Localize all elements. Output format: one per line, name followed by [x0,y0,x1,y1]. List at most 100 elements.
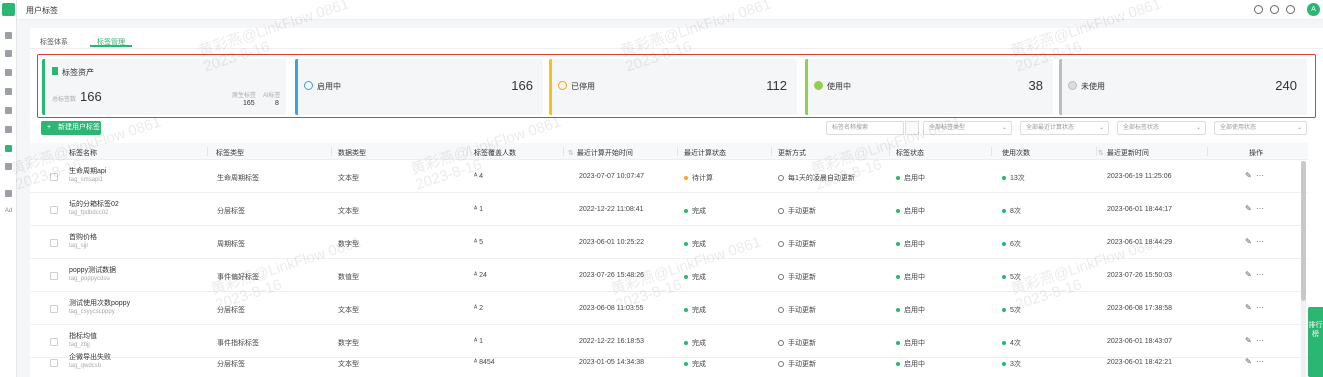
row-checkbox[interactable] [50,272,58,280]
table-row[interactable]: 生命周期api tag_smsapi1 生命周期标签 文本型 ᴬ 4 2023-… [30,161,1308,193]
col-update-mode[interactable]: 更新方式 [778,148,806,158]
filter-tag-type[interactable]: 全部标签类型 ⌄ [923,121,1012,135]
col-updated[interactable]: ⇅ 最近更新时间 [1098,148,1149,158]
row-checkbox[interactable] [50,305,58,313]
stat-label: 未使用 [1081,82,1105,91]
stat-card-disabled[interactable]: 已停用 112 [549,59,797,115]
row-checkbox[interactable] [50,239,58,247]
tag-status-value: 启用中 [904,175,925,182]
tab-tag-system[interactable]: 标签体系 [40,37,68,47]
col-type[interactable]: 标签类型 [216,148,244,158]
filter-usage-status[interactable]: 全部使用状态 ⌄ [1214,121,1307,135]
table-row[interactable]: poppy测试数据 tag_poppycdsu 事件偏好标签 数值型 ᴬ 24 … [30,260,1308,292]
col-people[interactable]: 标签覆盖人数 [474,148,516,158]
update-mode-value: 手动更新 [788,307,816,314]
org-icon[interactable] [5,126,12,133]
avatar[interactable]: A [1307,3,1320,16]
calc-start-time: 2023-07-26 15:48:26 [579,272,644,279]
people-count: ᴬ 4 [474,173,483,180]
help-icon[interactable] [1286,5,1295,14]
people-count-value: 8454 [479,359,495,366]
scroll-thumb[interactable] [1301,161,1306,301]
col-calc-status[interactable]: 最近计算状态 [684,148,726,158]
table-row[interactable]: 首购价格 tag_sjjr 周期标签 数字型 ᴬ 5 2023-06-01 10… [30,227,1308,259]
ad-icon[interactable]: Ad [2,208,15,214]
check-circle-icon [304,81,313,90]
tag-status-value: 启用中 [904,361,925,368]
tag-name[interactable]: 坛的分箱标签02 [69,199,119,209]
col-uses[interactable]: 使用次数 [1002,148,1030,158]
rank-badge[interactable]: 排行榜 [1308,307,1323,377]
tag-name[interactable]: 企微导出失败 [69,352,111,362]
search-icon[interactable] [905,121,919,135]
table-row[interactable]: 坛的分箱标签02 tag_fpdbdcc02 分层标签 文本型 ᴬ 1 2022… [30,194,1308,226]
col-calc-start[interactable]: ⇅ 最近计算开始时间 [568,148,633,158]
column-separator [991,147,992,156]
calc-status: 完成 [684,206,706,216]
edit-icon[interactable]: ✎ [1245,357,1252,366]
status-dot [896,341,900,346]
flag-icon[interactable] [5,69,12,76]
app-logo-icon[interactable] [2,3,15,16]
row-checkbox[interactable] [50,173,58,181]
more-icon[interactable]: ··· [1256,270,1264,279]
page-title: 用户标签 [26,6,58,15]
table-row[interactable]: 企微导出失败 tag_qwdcsb 分层标签 文本型 ᴬ 8454 2023-0… [30,347,1308,377]
left-nav: Ad [0,0,17,377]
bookmark-icon [52,67,58,75]
chart-icon[interactable] [5,163,12,170]
send-icon[interactable] [5,50,12,57]
link-icon[interactable] [5,190,12,197]
new-tag-button[interactable]: + 新建用户标签 [41,121,101,135]
edit-icon[interactable]: ✎ [1245,237,1252,246]
filter-tag-status[interactable]: 全部标签状态 ⌄ [1117,121,1206,135]
use-count-value: 6次 [1010,241,1021,248]
edit-icon[interactable]: ✎ [1245,336,1252,345]
chevron-down-icon: ⌄ [1098,125,1104,131]
row-checkbox[interactable] [50,359,58,367]
more-icon[interactable]: ··· [1256,171,1264,180]
dashboard-icon[interactable] [5,32,12,39]
total-value: 166 [80,89,102,104]
refresh-icon [778,274,784,281]
more-icon[interactable]: ··· [1256,204,1264,213]
row-checkbox[interactable] [50,338,58,346]
use-count-value: 3次 [1010,361,1021,368]
tag-name[interactable]: 指标均值 [69,331,97,341]
user-icon[interactable] [5,88,12,95]
tag-name[interactable]: 首购价格 [69,232,97,242]
use-count-value: 5次 [1010,307,1021,314]
calc-status: 完成 [684,272,706,282]
more-icon[interactable]: ··· [1256,336,1264,345]
stat-value: 166 [511,78,533,93]
tag-type: 分层标签 [217,307,245,314]
edit-icon[interactable]: ✎ [1245,204,1252,213]
col-data-type[interactable]: 数据类型 [338,148,366,158]
more-icon[interactable]: ··· [1256,357,1264,366]
tag-name[interactable]: 测试使用次数poppy [69,298,130,308]
chevron-down-icon: ⌄ [1195,125,1201,131]
stat-card-enabled[interactable]: 启用中 166 [295,59,543,115]
tag-name[interactable]: 生命周期api [69,166,106,176]
status-dot [684,176,688,181]
edit-icon[interactable]: ✎ [1245,303,1252,312]
message-icon[interactable] [1270,5,1279,14]
users-icon[interactable] [5,107,12,114]
tag-name[interactable]: poppy测试数据 [69,265,116,275]
table-row[interactable]: 测试使用次数poppy tag_csyycscpppy 分层标签 文本型 ᴬ 2… [30,293,1308,325]
edit-icon[interactable]: ✎ [1245,270,1252,279]
more-icon[interactable]: ··· [1256,303,1264,312]
stat-card-in-use[interactable]: 使用中 38 [805,59,1053,115]
col-status[interactable]: 标签状态 [896,148,924,158]
filter-calc-status[interactable]: 全部最近计算状态 ⌄ [1020,121,1109,135]
more-icon[interactable]: ··· [1256,237,1264,246]
row-checkbox[interactable] [50,206,58,214]
edit-icon[interactable]: ✎ [1245,171,1252,180]
tag-type: 周期标签 [217,241,245,248]
bell-icon[interactable] [1254,5,1263,14]
table-scrollbar[interactable] [1301,161,1306,377]
stat-card-unused[interactable]: 未使用 240 [1059,59,1307,115]
col-name[interactable]: 标签名称 [69,148,97,158]
search-input[interactable]: 标签名称搜索 [826,121,904,135]
tag-icon[interactable] [5,145,12,152]
